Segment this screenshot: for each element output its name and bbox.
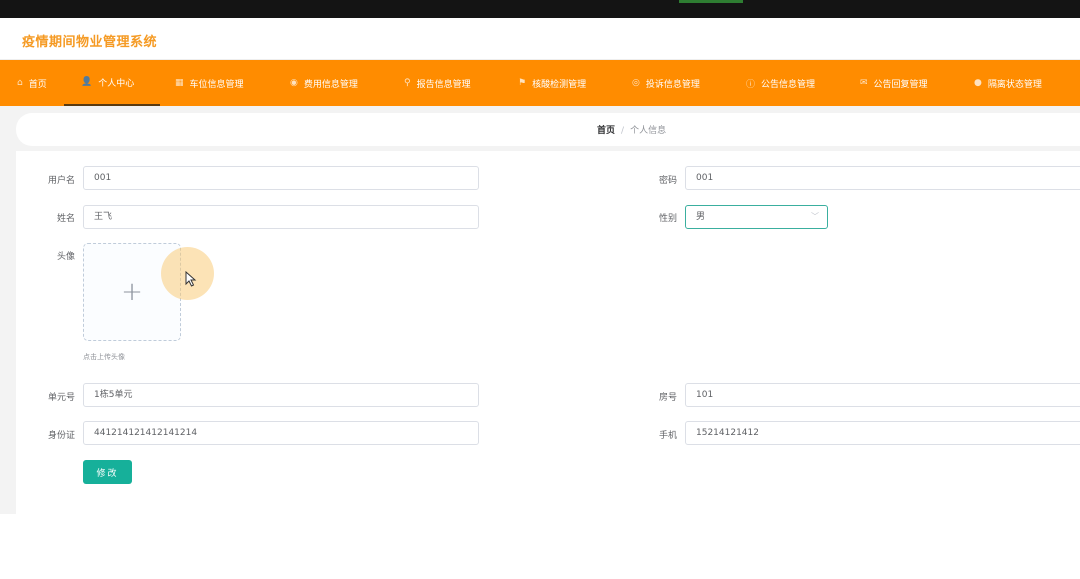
nav-item-fees[interactable]: ◉ 费用信息管理	[290, 60, 358, 106]
money-icon: ◉	[290, 78, 298, 88]
breadcrumb-separator: /	[621, 126, 625, 136]
nav-item-nucleic-test[interactable]: ⚑ 核酸检测管理	[518, 60, 586, 106]
location-pin-icon: ●	[974, 78, 982, 88]
system-top-bar	[0, 0, 1080, 18]
submit-button[interactable]: 修改	[83, 460, 132, 484]
nav-item-complaints[interactable]: ◎ 投诉信息管理	[632, 60, 700, 106]
chevron-down-icon: ﹀	[811, 212, 819, 221]
nav-item-label: 核酸检测管理	[532, 79, 587, 90]
unit-label: 单元号	[47, 393, 75, 403]
gender-selected-value: 男	[696, 212, 706, 222]
room-label: 房号	[658, 393, 677, 403]
main-nav: ⌂ 首页 👤 个人中心 ▦ 车位信息管理 ◉ 费用信息管理 ⚲ 报告信息管理 ⚑…	[0, 60, 1080, 106]
password-label: 密码	[658, 176, 677, 186]
nav-item-announcement-replies[interactable]: ✉ 公告回复管理	[860, 60, 928, 106]
breadcrumb: 首页 / 个人信息	[597, 123, 666, 136]
nav-item-label: 报告信息管理	[416, 79, 471, 90]
name-label: 姓名	[56, 214, 75, 224]
nav-item-label: 公告信息管理	[761, 79, 816, 90]
nav-item-personal-center[interactable]: 👤 个人中心	[64, 60, 160, 106]
avatar-label: 头像	[56, 252, 75, 262]
nav-item-label: 隔离状态管理	[987, 79, 1042, 90]
nav-item-label: 首页	[28, 79, 47, 90]
flag-icon: ⚑	[518, 78, 527, 88]
nav-item-label: 投诉信息管理	[645, 79, 700, 90]
nav-item-announcements[interactable]: ⓘ 公告信息管理	[746, 60, 815, 106]
nav-item-label: 车位信息管理	[189, 79, 244, 90]
username-label: 用户名	[47, 176, 75, 186]
breadcrumb-home[interactable]: 首页	[597, 126, 615, 136]
upload-tip: 点击上传头像	[83, 353, 125, 361]
nav-item-label: 个人中心	[98, 78, 135, 89]
nav-item-quarantine[interactable]: ● 隔离状态管理	[974, 60, 1042, 106]
title-bar: 疫情期间物业管理系统	[0, 18, 1080, 60]
nav-item-home[interactable]: ⌂ 首页	[17, 60, 47, 106]
gender-label: 性别	[658, 214, 677, 224]
idcard-field[interactable]: 441214121412141214	[83, 421, 479, 445]
phone-field[interactable]: 15214121412	[685, 421, 1080, 445]
progress-indicator	[679, 0, 743, 3]
nav-item-label: 公告回复管理	[873, 79, 928, 90]
room-field[interactable]: 101	[685, 383, 1080, 407]
nav-item-label: 费用信息管理	[303, 79, 358, 90]
location-icon: ⚲	[404, 78, 411, 88]
name-field[interactable]: 王飞	[83, 205, 479, 229]
breadcrumb-card	[16, 113, 1080, 146]
nav-item-parking[interactable]: ▦ 车位信息管理	[175, 60, 244, 106]
info-icon: ⓘ	[746, 79, 756, 90]
idcard-label: 身份证	[47, 431, 75, 441]
mouse-cursor-icon	[185, 271, 197, 287]
user-icon: 👤	[81, 77, 93, 87]
grid-icon: ▦	[175, 78, 184, 88]
username-field[interactable]: 001	[83, 166, 479, 190]
gender-select[interactable]: 男 ﹀	[685, 205, 828, 229]
phone-label: 手机	[658, 431, 677, 441]
message-icon: ✉	[860, 78, 868, 88]
nav-item-reports[interactable]: ⚲ 报告信息管理	[404, 60, 471, 106]
password-field[interactable]: 001	[685, 166, 1080, 190]
home-icon: ⌂	[17, 78, 23, 88]
compass-icon: ◎	[632, 78, 640, 88]
app-title: 疫情期间物业管理系统	[22, 35, 158, 50]
unit-field[interactable]: 1栋5单元	[83, 383, 479, 407]
breadcrumb-current: 个人信息	[630, 126, 667, 136]
